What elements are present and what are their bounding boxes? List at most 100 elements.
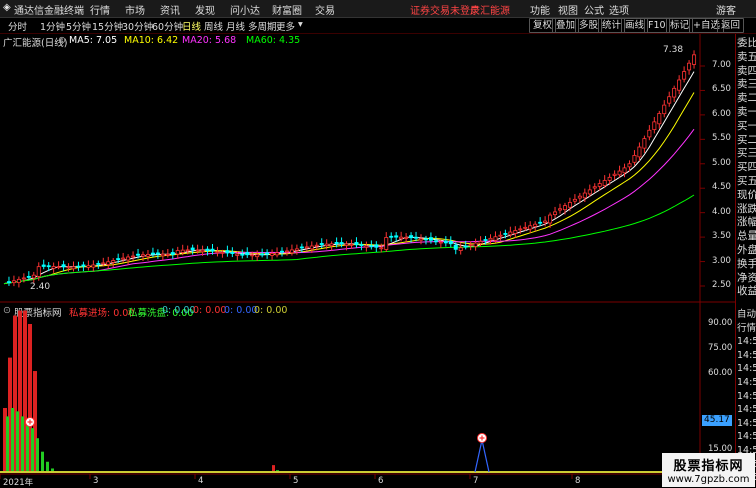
more-dropdown-icon[interactable]: ▾ bbox=[298, 19, 303, 30]
period-5min[interactable]: 5分钟 bbox=[66, 19, 91, 33]
candle-body bbox=[588, 190, 591, 194]
candle-body bbox=[499, 235, 502, 236]
quote-field-label: 卖二 bbox=[737, 91, 756, 105]
indicator-bar-green bbox=[11, 408, 14, 472]
candle-body bbox=[305, 247, 308, 248]
candle-body bbox=[424, 239, 427, 240]
period-30min[interactable]: 30分钟 bbox=[122, 19, 153, 33]
candle-body bbox=[474, 243, 477, 246]
candle-body bbox=[285, 251, 288, 252]
candle-body bbox=[524, 227, 527, 228]
indicator-tick-label: 90.00 bbox=[708, 318, 732, 328]
indicator-baseline bbox=[0, 471, 700, 473]
candle-body bbox=[479, 241, 482, 243]
candle-body bbox=[375, 245, 378, 247]
menu-news[interactable]: 资讯 bbox=[160, 2, 180, 17]
period-monthly[interactable]: 月线 bbox=[226, 19, 245, 33]
candle-body bbox=[47, 266, 50, 267]
candle-body bbox=[380, 248, 383, 249]
stock-tag[interactable]: 广汇能源 bbox=[470, 2, 510, 17]
candle-body bbox=[355, 242, 358, 244]
menu-discover[interactable]: 发现 bbox=[195, 2, 215, 17]
date-tick-label: 4 bbox=[198, 476, 203, 486]
menu-function[interactable]: 功能 bbox=[530, 2, 550, 17]
current-value-tag: 45.17 bbox=[702, 415, 732, 426]
candle-body bbox=[683, 72, 686, 80]
menu-bar: ◈ 通达信金融终端 行情 市场 资讯 发现 问小达 财富圈 交易 证券交易未登录… bbox=[0, 0, 756, 18]
quote-field-label: 买三 bbox=[737, 146, 756, 160]
period-weekly[interactable]: 周线 bbox=[204, 19, 223, 33]
back-button[interactable]: 返回 bbox=[717, 18, 744, 33]
candle-body bbox=[261, 254, 264, 255]
candle-body bbox=[673, 88, 676, 97]
candle-body bbox=[241, 254, 244, 255]
price-tick-label: 3.50 bbox=[712, 231, 731, 241]
candle-body bbox=[27, 276, 30, 277]
menu-options[interactable]: 选项 bbox=[609, 2, 629, 17]
candle-body bbox=[7, 282, 10, 283]
candle-body bbox=[360, 245, 363, 246]
quote-field-label: 委比 bbox=[737, 36, 756, 50]
candle-body bbox=[12, 281, 15, 283]
candle-body bbox=[102, 263, 105, 264]
candle-body bbox=[578, 196, 581, 198]
period-timeshare[interactable]: 分时 bbox=[8, 19, 27, 33]
candle-body bbox=[320, 243, 323, 244]
candle-body bbox=[489, 238, 492, 240]
candle-body bbox=[439, 242, 442, 243]
tick-time: 14:50 bbox=[737, 417, 756, 431]
quote-field-label: 买二 bbox=[737, 133, 756, 147]
tick-time: 14:50 bbox=[737, 376, 756, 390]
chart-canvas[interactable] bbox=[0, 34, 735, 487]
candle-body bbox=[464, 246, 467, 247]
tick-time: 14:50 bbox=[737, 335, 756, 349]
candle-body bbox=[539, 222, 542, 223]
candle-body bbox=[77, 266, 80, 267]
period-60min[interactable]: 60分钟 bbox=[152, 19, 183, 33]
menu-quotes[interactable]: 行情 bbox=[90, 2, 110, 17]
candle-body bbox=[97, 263, 100, 264]
quote-field-label: 涨跌 bbox=[737, 202, 756, 216]
candle-body bbox=[553, 212, 556, 215]
candle-body bbox=[638, 147, 641, 157]
date-tick-label: 6 bbox=[378, 476, 383, 486]
menu-market[interactable]: 市场 bbox=[125, 2, 145, 17]
price-tick-label: 5.00 bbox=[712, 158, 731, 168]
period-1min[interactable]: 1分钟 bbox=[40, 19, 65, 33]
candle-body bbox=[400, 237, 403, 238]
tick-time: 14:50 bbox=[737, 349, 756, 363]
guest-label[interactable]: 游客 bbox=[716, 2, 736, 17]
candle-body bbox=[330, 244, 333, 246]
price-tick-label: 4.00 bbox=[712, 207, 731, 217]
candle-body bbox=[32, 275, 35, 278]
candle-body bbox=[350, 244, 353, 245]
candle-body bbox=[82, 265, 85, 266]
menu-wealth[interactable]: 财富圈 bbox=[272, 2, 302, 17]
candle-body bbox=[633, 155, 636, 162]
candle-body bbox=[206, 249, 209, 250]
quote-field-label: 外盘 bbox=[737, 243, 756, 257]
quote-field-label: 涨幅 bbox=[737, 215, 756, 229]
candle-body bbox=[583, 193, 586, 198]
tick-time: 14:50 bbox=[737, 403, 756, 417]
candle-body bbox=[122, 258, 125, 259]
period-multi[interactable]: 多周期 bbox=[248, 19, 277, 33]
candle-body bbox=[87, 266, 90, 268]
tick-time: 14:50 bbox=[737, 390, 756, 404]
period-more[interactable]: 更多 bbox=[276, 19, 295, 33]
candle-body bbox=[623, 168, 626, 173]
main-grid bbox=[0, 66, 705, 479]
candle-body bbox=[211, 249, 214, 251]
period-15min[interactable]: 15分钟 bbox=[92, 19, 123, 33]
period-daily[interactable]: 日线 bbox=[182, 19, 201, 33]
candle-body bbox=[668, 97, 671, 103]
menu-view[interactable]: 视图 bbox=[558, 2, 578, 17]
candle-body bbox=[151, 253, 154, 254]
quote-field-label: 买一 bbox=[737, 119, 756, 133]
candle-body bbox=[544, 221, 547, 222]
menu-trade[interactable]: 交易 bbox=[315, 2, 335, 17]
menu-formula[interactable]: 公式 bbox=[584, 2, 604, 17]
candle-body bbox=[266, 253, 269, 254]
candle-body bbox=[256, 255, 259, 257]
menu-ask[interactable]: 问小达 bbox=[230, 2, 260, 17]
